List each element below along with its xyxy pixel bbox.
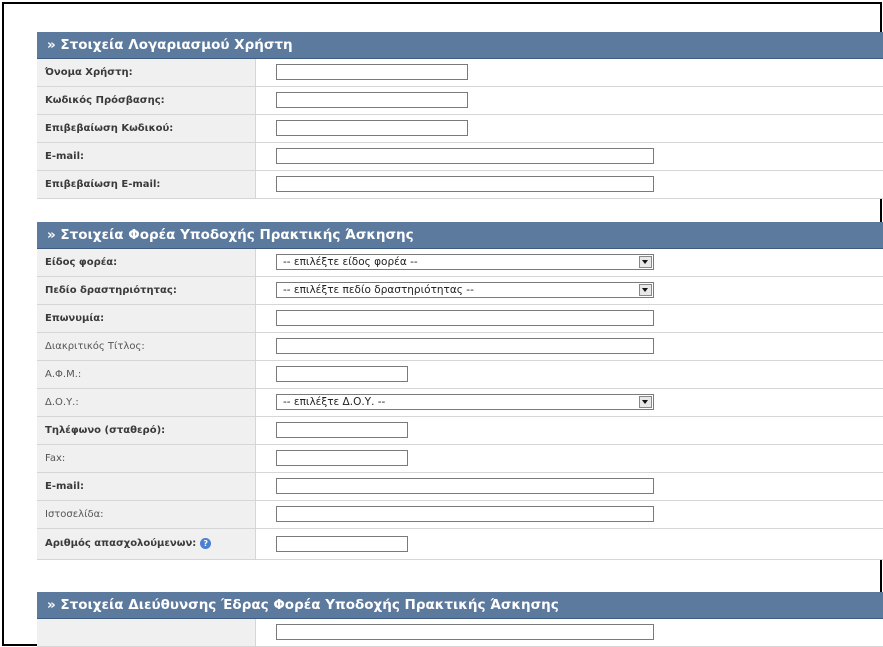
help-icon[interactable]: ? bbox=[200, 537, 212, 549]
form-row: E-mail: bbox=[37, 473, 883, 501]
activity-field-select-value: -- επιλέξτε πεδίο δραστηριότητας -- bbox=[283, 284, 474, 296]
form-row: Αριθμός απασχολούμενων:? bbox=[37, 529, 883, 560]
account-section: » Στοιχεία Λογαριασμού Χρήστη Όνομα Χρήσ… bbox=[37, 32, 883, 199]
address-section-header: » Στοιχεία Διεύθυνσης Έδρας Φορέα Υποδοχ… bbox=[37, 592, 883, 619]
vat-number-label: Α.Φ.Μ.: bbox=[37, 361, 256, 388]
form-row bbox=[37, 619, 883, 647]
username-label: Όνομα Χρήστη: bbox=[37, 59, 256, 86]
form-row: Όνομα Χρήστη: bbox=[37, 59, 883, 87]
org-type-select-value: -- επιλέξτε είδος φορέα -- bbox=[283, 256, 418, 268]
tax-office-label: Δ.Ο.Υ.: bbox=[37, 389, 256, 416]
company-name-input[interactable] bbox=[276, 310, 654, 326]
employees-input[interactable] bbox=[276, 536, 408, 552]
account-section-header: » Στοιχεία Λογαριασμού Χρήστη bbox=[37, 32, 883, 59]
form-row: Τηλέφωνο (σταθερό): bbox=[37, 417, 883, 445]
form-row: Κωδικός Πρόσβασης: bbox=[37, 87, 883, 115]
password-input[interactable] bbox=[276, 92, 468, 108]
tax-office-select-value: -- επιλέξτε Δ.Ο.Υ. -- bbox=[283, 396, 386, 408]
chevron-down-icon[interactable] bbox=[639, 396, 652, 408]
form-row: Α.Φ.Μ.: bbox=[37, 361, 883, 389]
form-row: Επιβεβαίωση Κωδικού: bbox=[37, 115, 883, 143]
host-section: » Στοιχεία Φορέα Υποδοχής Πρακτικής Άσκη… bbox=[37, 222, 883, 560]
chevron-down-icon[interactable] bbox=[639, 284, 652, 296]
address-input[interactable] bbox=[276, 624, 654, 640]
employees-label: Αριθμός απασχολούμενων: bbox=[45, 538, 197, 549]
password-label: Κωδικός Πρόσβασης: bbox=[37, 87, 256, 114]
phone-input[interactable] bbox=[276, 422, 408, 438]
confirm-password-label: Επιβεβαίωση Κωδικού: bbox=[37, 115, 256, 142]
chevron-down-icon[interactable] bbox=[639, 256, 652, 268]
distinctive-title-label: Διακριτικός Τίτλος: bbox=[37, 333, 256, 360]
org-email-label: E-mail: bbox=[37, 473, 256, 500]
fax-label: Fax: bbox=[37, 445, 256, 472]
form-row: Πεδίο δραστηριότητας: -- επιλέξτε πεδίο … bbox=[37, 277, 883, 305]
fax-input[interactable] bbox=[276, 450, 408, 466]
confirm-email-label: Επιβεβαίωση E-mail: bbox=[37, 171, 256, 198]
form-row: Ιστοσελίδα: bbox=[37, 501, 883, 529]
address-row-label bbox=[37, 619, 256, 646]
phone-label: Τηλέφωνο (σταθερό): bbox=[37, 417, 256, 444]
website-label: Ιστοσελίδα: bbox=[37, 501, 256, 528]
form-row: Είδος φορέα: -- επιλέξτε είδος φορέα -- bbox=[37, 249, 883, 277]
tax-office-select[interactable]: -- επιλέξτε Δ.Ο.Υ. -- bbox=[276, 394, 654, 410]
org-type-label: Είδος φορέα: bbox=[37, 249, 256, 276]
confirm-email-input[interactable] bbox=[276, 176, 654, 192]
org-email-input[interactable] bbox=[276, 478, 654, 494]
distinctive-title-input[interactable] bbox=[276, 338, 654, 354]
form-row: Δ.Ο.Υ.: -- επιλέξτε Δ.Ο.Υ. -- bbox=[37, 389, 883, 417]
activity-field-label: Πεδίο δραστηριότητας: bbox=[37, 277, 256, 304]
website-input[interactable] bbox=[276, 506, 654, 522]
email-input[interactable] bbox=[276, 148, 654, 164]
company-name-label: Επωνυμία: bbox=[37, 305, 256, 332]
address-section: » Στοιχεία Διεύθυνσης Έδρας Φορέα Υποδοχ… bbox=[37, 592, 883, 647]
employees-label-cell: Αριθμός απασχολούμενων:? bbox=[37, 529, 256, 559]
host-section-header: » Στοιχεία Φορέα Υποδοχής Πρακτικής Άσκη… bbox=[37, 222, 883, 249]
activity-field-select[interactable]: -- επιλέξτε πεδίο δραστηριότητας -- bbox=[276, 282, 654, 298]
vat-number-input[interactable] bbox=[276, 366, 408, 382]
form-row: Fax: bbox=[37, 445, 883, 473]
confirm-password-input[interactable] bbox=[276, 120, 468, 136]
form-row: Επιβεβαίωση E-mail: bbox=[37, 171, 883, 199]
form-row: E-mail: bbox=[37, 143, 883, 171]
page-frame: » Στοιχεία Λογαριασμού Χρήστη Όνομα Χρήσ… bbox=[2, 2, 883, 647]
username-input[interactable] bbox=[276, 64, 468, 80]
form-row: Επωνυμία: bbox=[37, 305, 883, 333]
email-label: E-mail: bbox=[37, 143, 256, 170]
form-row: Διακριτικός Τίτλος: bbox=[37, 333, 883, 361]
org-type-select[interactable]: -- επιλέξτε είδος φορέα -- bbox=[276, 254, 654, 270]
